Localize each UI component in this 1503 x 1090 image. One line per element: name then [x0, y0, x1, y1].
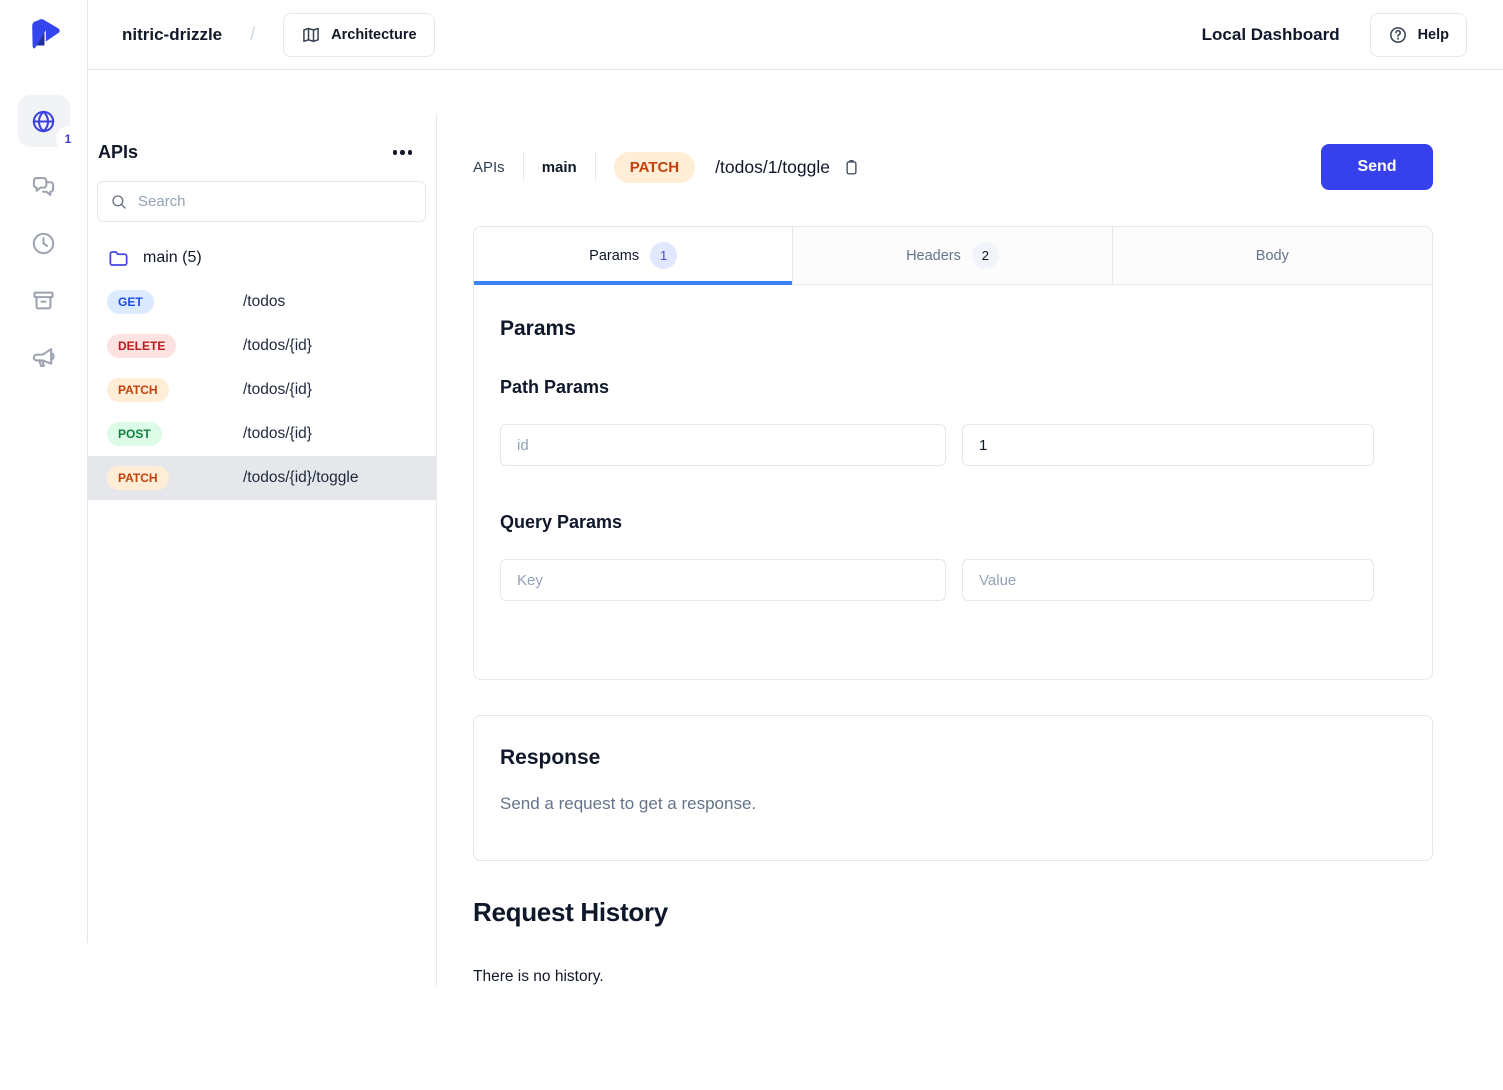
endpoint-row-patch-toggle[interactable]: PATCH /todos/{id}/toggle [88, 456, 436, 500]
path-param-value-input[interactable] [962, 424, 1374, 466]
response-card: Response Send a request to get a respons… [473, 715, 1433, 861]
clipboard-icon [842, 158, 861, 177]
folder-label: main (5) [143, 249, 202, 267]
send-button[interactable]: Send [1321, 144, 1433, 190]
main-content: APIs main PATCH /todos/1/toggle Send Par… [437, 114, 1503, 1046]
sidebar-header: APIs [88, 114, 436, 177]
search-box [97, 181, 426, 222]
method-badge: POST [107, 422, 162, 446]
endpoint-row-patch-todo[interactable]: PATCH /todos/{id} [88, 368, 436, 412]
request-history-title: Request History [473, 897, 1433, 928]
megaphone-icon [30, 344, 57, 371]
response-title: Response [500, 746, 1406, 770]
query-params-row [500, 559, 1372, 601]
sidebar-item-topics[interactable] [30, 344, 57, 371]
project-name: nitric-drizzle [122, 25, 222, 45]
help-button[interactable]: Help [1370, 13, 1467, 57]
apis-count-badge: 1 [56, 126, 81, 151]
request-config-card: Params 1 Headers 2 Body Params Path Para… [473, 226, 1433, 680]
method-badge: DELETE [107, 334, 176, 358]
clock-icon [30, 230, 57, 257]
tab-headers-badge: 2 [972, 242, 999, 269]
tab-headers[interactable]: Headers 2 [793, 227, 1112, 284]
tab-body-label: Body [1256, 248, 1289, 264]
topbar-right: Local Dashboard Help [1202, 13, 1467, 57]
method-badge: PATCH [107, 378, 169, 402]
query-param-key-input[interactable] [500, 559, 946, 601]
sidebar-item-websockets[interactable] [30, 173, 57, 200]
sidebar-title: APIs [98, 142, 138, 163]
copy-path-button[interactable] [842, 158, 861, 177]
params-panel: Params Path Params Query Params [474, 285, 1432, 679]
map-icon [301, 25, 321, 45]
endpoint-row-post-todo[interactable]: POST /todos/{id} [88, 412, 436, 456]
search-input[interactable] [138, 193, 413, 210]
endpoint-route: /todos [243, 293, 285, 311]
response-empty-message: Send a request to get a response. [500, 794, 1406, 814]
tab-params[interactable]: Params 1 [474, 227, 793, 284]
query-param-value-input[interactable] [962, 559, 1374, 601]
tab-params-badge: 1 [650, 242, 677, 269]
tab-headers-label: Headers [906, 248, 961, 264]
app-root: 1 [0, 0, 1503, 1090]
query-params-title: Query Params [500, 512, 1372, 533]
path-params-title: Path Params [500, 377, 1372, 398]
nitric-logo-icon [26, 17, 62, 53]
request-bar: APIs main PATCH /todos/1/toggle Send [473, 144, 1433, 190]
method-badge: PATCH [107, 466, 169, 490]
request-history-empty: There is no history. [473, 968, 1433, 986]
breadcrumb-divider [595, 153, 596, 181]
method-badge: GET [107, 290, 154, 314]
sidebar-item-schedules[interactable] [30, 230, 57, 257]
path-params-row [500, 424, 1372, 466]
sidebar-item-apis[interactable]: 1 [18, 95, 70, 147]
chat-bubbles-icon [30, 173, 57, 200]
top-bar: nitric-drizzle / Architecture Local Dash… [88, 0, 1503, 70]
apis-sidebar: APIs main (5) GET /todos DELETE /todos/{… [88, 114, 437, 987]
path-param-key-input[interactable] [500, 424, 946, 466]
question-circle-icon [1388, 25, 1408, 45]
breadcrumb-separator: / [250, 24, 255, 45]
search-icon [110, 193, 128, 211]
architecture-button-label: Architecture [331, 27, 416, 43]
icon-rail: 1 [0, 0, 88, 943]
query-params-section: Query Params [500, 512, 1372, 601]
tab-row: Params 1 Headers 2 Body [474, 227, 1432, 285]
architecture-button[interactable]: Architecture [283, 13, 434, 57]
endpoint-route: /todos/{id} [243, 337, 312, 355]
endpoint-row-get-todos[interactable]: GET /todos [88, 280, 436, 324]
sidebar-menu-button[interactable] [389, 146, 417, 159]
api-folder-main[interactable]: main (5) [88, 236, 436, 280]
request-path: /todos/1/toggle [715, 157, 830, 178]
endpoint-row-delete-todo[interactable]: DELETE /todos/{id} [88, 324, 436, 368]
page-title: Local Dashboard [1202, 25, 1340, 45]
endpoint-route: /todos/{id} [243, 425, 312, 443]
sidebar-item-storage[interactable] [30, 287, 57, 314]
archive-box-icon [30, 287, 57, 314]
breadcrumb-divider [523, 153, 524, 181]
endpoint-route: /todos/{id}/toggle [243, 469, 359, 487]
folder-icon [107, 247, 130, 270]
breadcrumb-group: main [542, 159, 577, 176]
breadcrumb-apis: APIs [473, 159, 505, 176]
tab-params-label: Params [589, 248, 639, 264]
endpoint-route: /todos/{id} [243, 381, 312, 399]
tab-body[interactable]: Body [1113, 227, 1432, 284]
params-title: Params [500, 317, 1372, 341]
globe-icon [30, 108, 57, 135]
help-button-label: Help [1418, 27, 1449, 43]
request-method-badge: PATCH [614, 152, 695, 183]
